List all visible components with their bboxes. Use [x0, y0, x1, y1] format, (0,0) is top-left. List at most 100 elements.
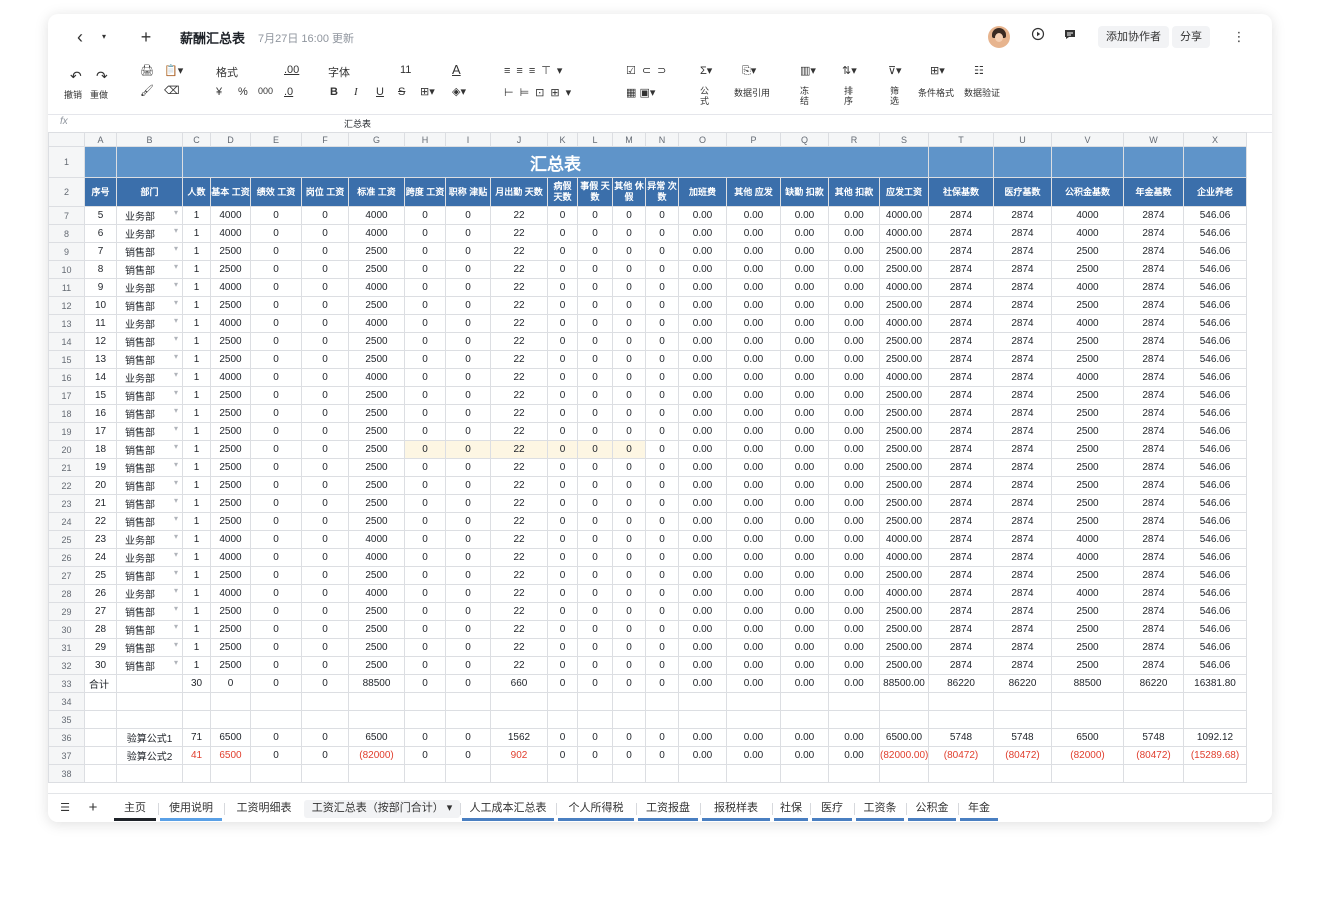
value-cell[interactable]: 0: [250, 386, 302, 405]
value-cell[interactable]: 0: [250, 476, 302, 495]
fund-base-cell[interactable]: 4000: [1051, 224, 1124, 243]
table-row[interactable]: 22 20 销售部 ▾ 1 2500 0 0 2500 0 0 22 0 0 0 0 0.00 0.00 0.00 0…: [48, 476, 1247, 495]
summary-cell[interactable]: (82000): [348, 746, 405, 765]
empty-row[interactable]: 35: [48, 710, 1247, 729]
fund-base-cell[interactable]: 2500: [1051, 350, 1124, 369]
pension-cell[interactable]: 546.06: [1183, 206, 1247, 225]
summary-cell[interactable]: 5748: [993, 728, 1052, 747]
value-cell[interactable]: 0: [612, 458, 646, 477]
column-header[interactable]: B: [116, 132, 183, 147]
summary-cell[interactable]: 0: [547, 728, 578, 747]
column-title[interactable]: 加班费: [678, 177, 727, 207]
data-table[interactable]: A B C D E F G H I J K L M N O P Q R S T U V W X 1 汇总表 2 序号 部门 人数 基本 工资…: [48, 132, 1247, 783]
dept-cell[interactable]: 销售部 ▾: [116, 620, 183, 639]
money-cell[interactable]: 0.00: [828, 278, 880, 297]
dept-cell[interactable]: 销售部 ▾: [116, 296, 183, 315]
dropdown-arrow-icon[interactable]: ▾: [174, 442, 178, 451]
social-base-cell[interactable]: 2874: [928, 278, 994, 297]
table-row[interactable]: 20 18 销售部 ▾ 1 2500 0 0 2500 0 0 22 0 0 0 0 0.00 0.00 0.00 0…: [48, 440, 1247, 459]
annuity-base-cell[interactable]: 2874: [1123, 350, 1184, 369]
attendance-cell[interactable]: 22: [490, 584, 548, 603]
sheet-title[interactable]: 汇总表: [182, 146, 929, 178]
row-header[interactable]: 20: [48, 440, 85, 459]
medical-base-cell[interactable]: 2874: [993, 314, 1052, 333]
value-cell[interactable]: 0: [404, 314, 446, 333]
value-cell[interactable]: 0: [445, 566, 491, 585]
social-base-cell[interactable]: 2874: [928, 476, 994, 495]
money-cell[interactable]: 0.00: [678, 350, 727, 369]
money-cell[interactable]: 0.00: [678, 206, 727, 225]
column-title[interactable]: 绩效 工资: [250, 177, 302, 207]
money-cell[interactable]: 0.00: [780, 620, 829, 639]
money-cell[interactable]: 0.00: [678, 458, 727, 477]
table-row[interactable]: 19 17 销售部 ▾ 1 2500 0 0 2500 0 0 22 0 0 0 0 0.00 0.00 0.00 0…: [48, 422, 1247, 441]
empty-cell[interactable]: [182, 710, 211, 729]
money-cell[interactable]: 0.00: [780, 584, 829, 603]
value-cell[interactable]: 0: [547, 278, 578, 297]
pension-cell[interactable]: 546.06: [1183, 584, 1247, 603]
value-cell[interactable]: 0: [250, 656, 302, 675]
summary-cell[interactable]: 0: [645, 674, 679, 693]
value-cell[interactable]: 0: [547, 422, 578, 441]
value-cell[interactable]: 0: [547, 476, 578, 495]
value-cell[interactable]: 0: [547, 206, 578, 225]
row-header[interactable]: 21: [48, 458, 85, 477]
column-header[interactable]: P: [726, 132, 781, 147]
value-cell[interactable]: 0: [404, 458, 446, 477]
money-cell[interactable]: 0.00: [678, 548, 727, 567]
column-header[interactable]: E: [250, 132, 302, 147]
serial-cell[interactable]: 18: [84, 440, 117, 459]
pension-cell[interactable]: 546.06: [1183, 440, 1247, 459]
column-title[interactable]: 月出勤 天数: [490, 177, 548, 207]
fund-base-cell[interactable]: 2500: [1051, 620, 1124, 639]
table-row[interactable]: 23 21 销售部 ▾ 1 2500 0 0 2500 0 0 22 0 0 0 0 0.00 0.00 0.00 0…: [48, 494, 1247, 513]
value-cell[interactable]: 0: [445, 314, 491, 333]
standard-salary-cell[interactable]: 2500: [348, 458, 405, 477]
value-cell[interactable]: 0: [645, 404, 679, 423]
empty-cell[interactable]: [645, 710, 679, 729]
data-ref-icon[interactable]: ⎘▾: [742, 64, 756, 78]
value-cell[interactable]: 0: [547, 584, 578, 603]
value-cell[interactable]: 0: [445, 386, 491, 405]
value-cell[interactable]: 0: [612, 278, 646, 297]
base-salary-cell[interactable]: 2500: [210, 476, 251, 495]
align-icons[interactable]: ≡≡≡⊤▾: [504, 64, 568, 77]
summary-cell[interactable]: (80472): [928, 746, 994, 765]
serial-cell[interactable]: 28: [84, 620, 117, 639]
dropdown-arrow-icon[interactable]: ▾: [174, 586, 178, 595]
value-cell[interactable]: 0: [250, 332, 302, 351]
summary-cell[interactable]: 16381.80: [1183, 674, 1247, 693]
annuity-base-cell[interactable]: 2874: [1123, 386, 1184, 405]
column-title[interactable]: 岗位 工资: [301, 177, 349, 207]
annuity-base-cell[interactable]: 2874: [1123, 620, 1184, 639]
value-cell[interactable]: 0: [250, 350, 302, 369]
money-cell[interactable]: 0.00: [678, 476, 727, 495]
value-cell[interactable]: 0: [612, 242, 646, 261]
base-salary-cell[interactable]: 2500: [210, 440, 251, 459]
headcount-cell[interactable]: 1: [182, 242, 211, 261]
empty-cell[interactable]: [348, 764, 405, 783]
headcount-cell[interactable]: 1: [182, 476, 211, 495]
new-doc-button[interactable]: +: [136, 26, 156, 48]
value-cell[interactable]: 0: [445, 458, 491, 477]
font-color-button[interactable]: A: [452, 62, 461, 77]
gross-pay-cell[interactable]: 2500.00: [879, 458, 929, 477]
headcount-cell[interactable]: 1: [182, 206, 211, 225]
sheet-tab[interactable]: 报税样表: [700, 800, 772, 821]
empty-cell[interactable]: [404, 710, 446, 729]
value-cell[interactable]: 0: [645, 386, 679, 405]
table-row[interactable]: 12 10 销售部 ▾ 1 2500 0 0 2500 0 0 22 0 0 0 0 0.00 0.00 0.00 0…: [48, 296, 1247, 315]
summary-cell[interactable]: 86220: [993, 674, 1052, 693]
money-cell[interactable]: 0.00: [828, 548, 880, 567]
empty-cell[interactable]: [612, 764, 646, 783]
dropdown-arrow-icon[interactable]: ▾: [174, 658, 178, 667]
money-cell[interactable]: 0.00: [780, 440, 829, 459]
dept-cell[interactable]: 业务部 ▾: [116, 548, 183, 567]
money-cell[interactable]: 0.00: [828, 242, 880, 261]
value-cell[interactable]: 0: [547, 566, 578, 585]
social-base-cell[interactable]: 2874: [928, 404, 994, 423]
sort-icon[interactable]: ⇅▾: [842, 64, 857, 77]
sheet-tab[interactable]: 工资汇总表（按部门合计） ▾: [304, 800, 460, 818]
base-salary-cell[interactable]: 2500: [210, 656, 251, 675]
summary-cell[interactable]: 0: [577, 674, 613, 693]
